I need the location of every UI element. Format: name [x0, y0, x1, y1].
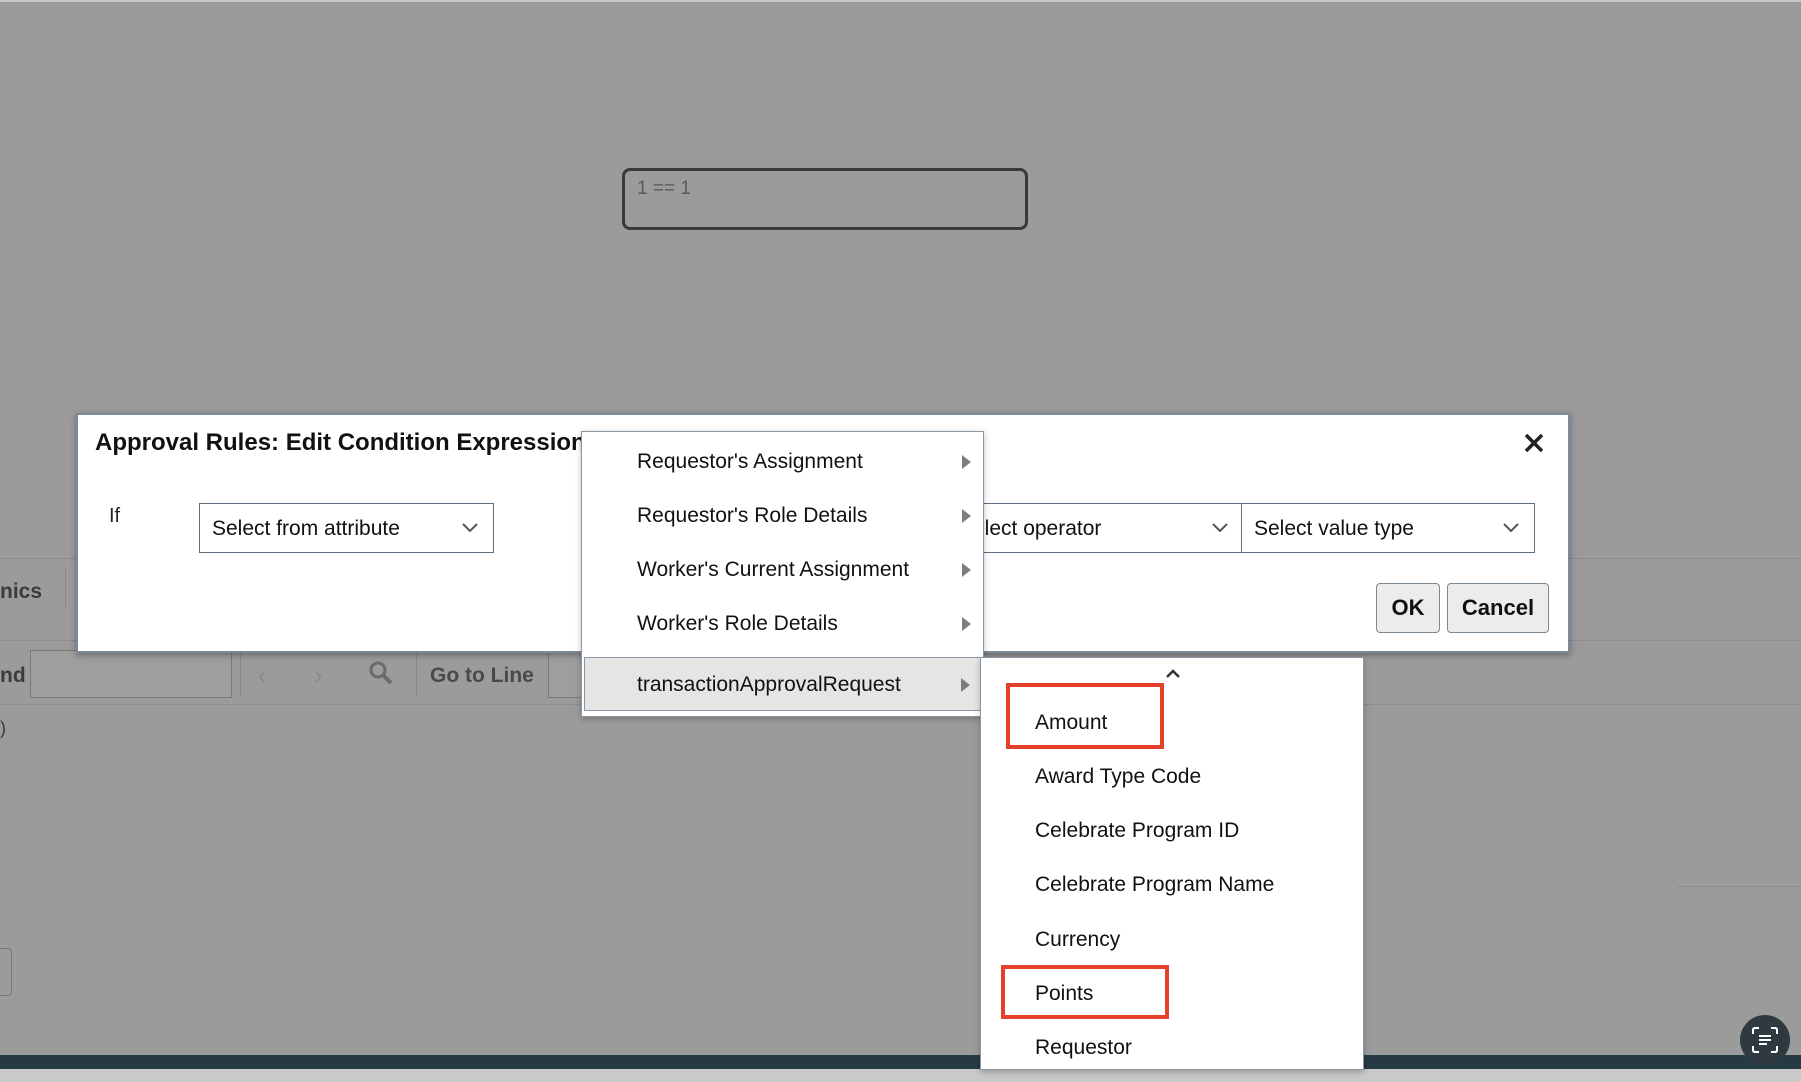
transaction-attribute-submenu: Amount Award Type Code Celebrate Program… [980, 657, 1364, 1070]
menu-item-transaction-approval-request[interactable]: transactionApprovalRequest [584, 657, 981, 711]
menu-item-label: Worker's Current Assignment [637, 558, 910, 581]
find-label: nd [0, 664, 26, 687]
menu-item-label: Requestor's Role Details [637, 504, 868, 527]
ok-button[interactable]: OK [1376, 583, 1440, 633]
submenu-arrow-icon [962, 509, 971, 523]
previous-icon: ‹ [258, 660, 267, 690]
operator-select[interactable]: Select operator [958, 503, 1244, 553]
toolbar-separator [240, 650, 241, 696]
dialog-title: Approval Rules: Edit Condition Expressio… [95, 429, 586, 456]
attribute-select-value: Select from attribute [212, 517, 400, 540]
tab-separator [65, 568, 66, 608]
search-icon [368, 660, 394, 691]
submenu-item-points[interactable]: Points [1035, 982, 1093, 1006]
chevron-down-icon [1503, 523, 1519, 533]
background-box [0, 948, 12, 996]
toolbar-separator [416, 650, 417, 696]
menu-item-requestors-assignment[interactable]: Requestor's Assignment [584, 435, 981, 489]
value-type-select[interactable]: Select value type [1241, 503, 1535, 553]
next-icon: › [314, 660, 323, 690]
chevron-down-icon [1212, 523, 1228, 533]
scroll-up-icon[interactable] [1163, 666, 1183, 680]
submenu-item-celebrate-program-name[interactable]: Celebrate Program Name [1035, 873, 1274, 897]
submenu-item-celebrate-program-id[interactable]: Celebrate Program ID [1035, 819, 1239, 843]
menu-item-workers-role-details[interactable]: Worker's Role Details [584, 597, 981, 651]
if-label: If [109, 505, 121, 527]
submenu-arrow-icon [962, 617, 971, 631]
value-type-select-value: Select value type [1254, 517, 1414, 540]
cancel-button[interactable]: Cancel [1447, 583, 1549, 633]
scan-text-icon [1752, 1027, 1778, 1053]
menu-item-label: Requestor's Assignment [637, 450, 863, 473]
background-tab-label: nics [0, 580, 43, 603]
expression-preview: 1 == 1 [622, 168, 1028, 230]
menu-item-workers-current-assignment[interactable]: Worker's Current Assignment [584, 543, 981, 597]
chevron-down-icon [462, 523, 478, 533]
attribute-menu: Requestor's Assignment Requestor's Role … [581, 431, 984, 717]
bottom-bar [0, 1055, 1801, 1069]
menu-item-requestors-role-details[interactable]: Requestor's Role Details [584, 489, 981, 543]
submenu-arrow-icon [962, 455, 971, 469]
submenu-item-amount[interactable]: Amount [1035, 711, 1107, 735]
menu-item-label: Worker's Role Details [637, 612, 838, 635]
menu-item-label: transactionApprovalRequest [637, 673, 901, 696]
close-icon [1524, 433, 1544, 453]
submenu-item-award-type-code[interactable]: Award Type Code [1035, 765, 1201, 789]
divider [1677, 886, 1801, 887]
bottom-strip [0, 1069, 1801, 1082]
submenu-arrow-icon [962, 563, 971, 577]
close-button[interactable] [1520, 429, 1548, 457]
top-edge [0, 0, 1801, 2]
assistant-button[interactable] [1740, 1015, 1790, 1065]
submenu-arrow-icon [961, 678, 970, 692]
submenu-item-currency[interactable]: Currency [1035, 928, 1120, 952]
find-input [30, 650, 232, 698]
submenu-item-requestor[interactable]: Requestor [1035, 1036, 1132, 1060]
go-to-line-label: Go to Line [430, 664, 534, 687]
background-text: ) [0, 718, 6, 738]
attribute-select[interactable]: Select from attribute [199, 503, 494, 553]
